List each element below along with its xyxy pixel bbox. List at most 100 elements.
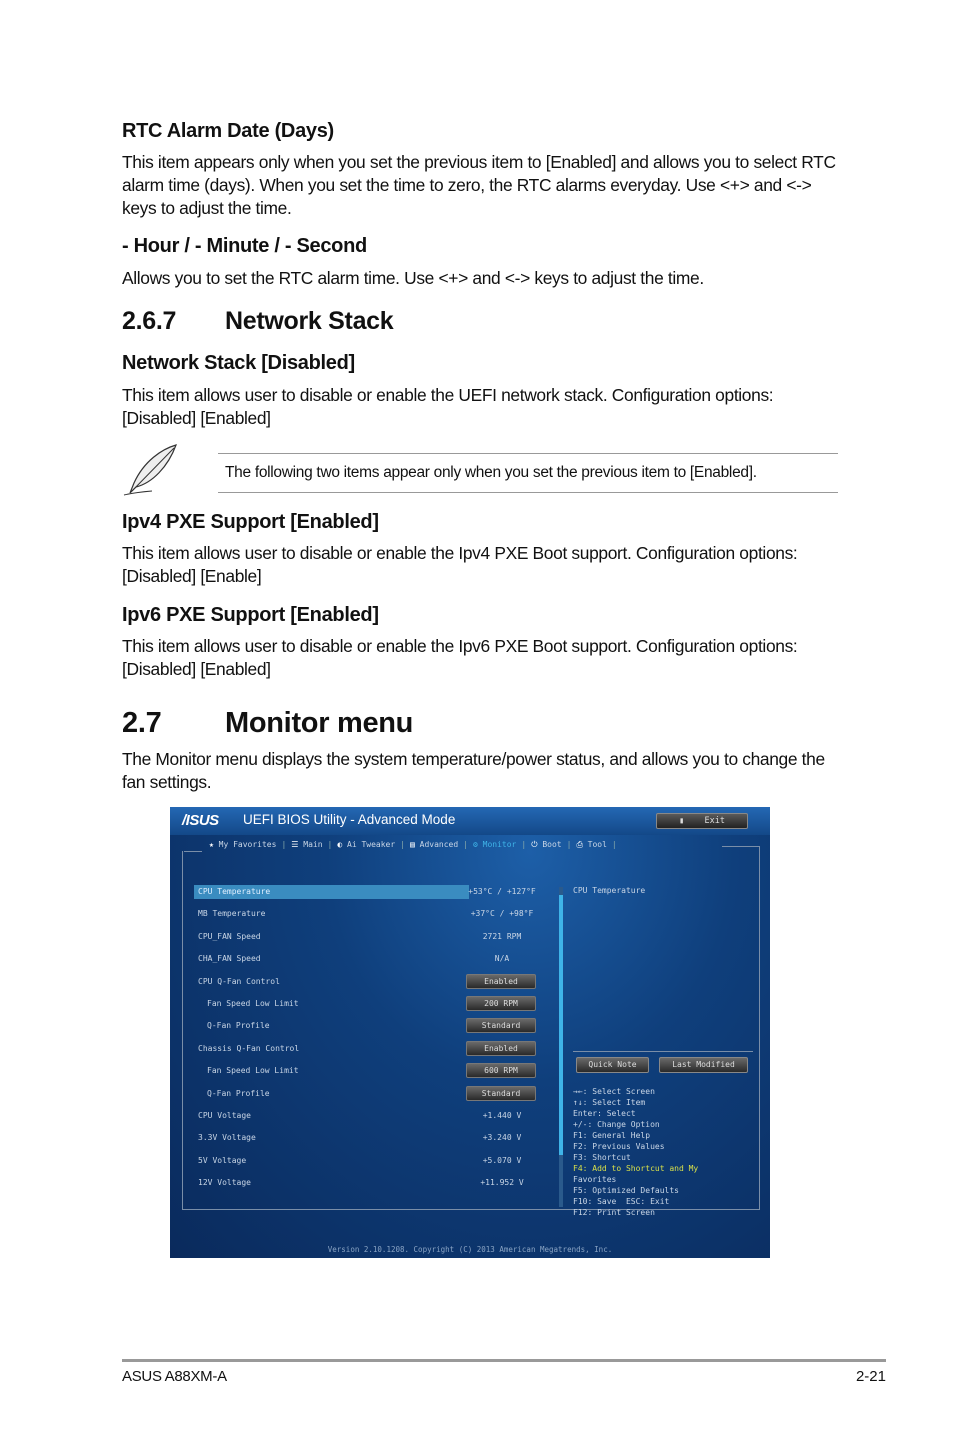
bios-screenshot: /ISUS UEFI BIOS Utility - Advanced Mode …: [170, 807, 770, 1258]
help-key-line: F5: Optimized Defaults: [573, 1186, 679, 1195]
monitor-value: +11.952 V: [480, 1178, 524, 1188]
exit-button[interactable]: ▮ Exit: [656, 813, 748, 829]
quick-note-button[interactable]: Quick Note: [576, 1057, 649, 1073]
section-title: Monitor menu: [225, 707, 414, 739]
help-key-line: F4: Add to Shortcut and My: [573, 1164, 699, 1173]
boot-icon: ⏻: [531, 840, 543, 849]
option-button[interactable]: Enabled: [466, 973, 536, 989]
monitor-item-label[interactable]: CPU_FAN Speed: [194, 930, 469, 944]
monitor-item-label[interactable]: 5V Voltage: [194, 1154, 469, 1168]
bios-tabs: ★ My Favorites | ☰ Main | ◐ Ai Tweaker | ▤ Adv…: [204, 840, 617, 850]
tab-advanced[interactable]: ▤ Advanced: [405, 840, 463, 850]
section-heading-monitor: 2.7 Monitor menu: [122, 707, 413, 740]
asus-logo: /ISUS: [182, 812, 219, 829]
option-button[interactable]: Standard: [466, 1018, 536, 1034]
monitor-icon: ⚙: [473, 840, 483, 849]
footer-product: ASUS A88XM-A: [122, 1368, 227, 1385]
help-divider: [573, 1051, 753, 1052]
tab-tool[interactable]: ⎙ Tool: [571, 840, 611, 850]
section-number: 2.7: [122, 707, 162, 739]
monitor-value: +5.070 V: [482, 1155, 522, 1165]
monitor-value: N/A: [494, 954, 510, 964]
tab-label: Tool: [587, 840, 607, 849]
paragraph-hour: Allows you to set the RTC alarm time. Us…: [122, 268, 704, 288]
exit-label: Exit: [704, 816, 726, 826]
scrollbar-thumb[interactable]: [559, 895, 563, 1155]
tool-icon: ⎙: [576, 840, 588, 849]
tab-main[interactable]: ☰ Main: [286, 840, 327, 850]
tab-label: My Favorites: [218, 840, 277, 849]
monitor-value: 2721 RPM: [482, 931, 522, 941]
help-key-line: F2: Previous Values: [573, 1142, 665, 1151]
paragraph-rtc-alarm-date: This item appears only when you set the …: [122, 152, 836, 218]
monitor-item-label[interactable]: CPU Voltage: [194, 1109, 469, 1123]
note-bottom-divider: [218, 492, 838, 493]
monitor-item-label[interactable]: CPU Q-Fan Control: [194, 975, 469, 989]
tab-label: Boot: [542, 840, 562, 849]
bios-version: Version 2.10.1208. Copyright (C) 2013 Am…: [327, 1245, 613, 1254]
footer-divider: [122, 1359, 886, 1362]
monitor-item-label[interactable]: Fan Speed Low Limit: [194, 997, 469, 1011]
paragraph-network-stack: This item allows user to disable or enab…: [122, 385, 774, 428]
monitor-item-label[interactable]: 3.3V Voltage: [194, 1131, 469, 1145]
help-title: CPU Temperature: [573, 886, 646, 895]
last-modified-button[interactable]: Last Modified: [659, 1057, 748, 1073]
monitor-item-label[interactable]: MB Temperature: [194, 907, 469, 921]
monitor-value: +3.240 V: [482, 1133, 522, 1143]
nav-divider: [184, 851, 202, 852]
monitor-item-label[interactable]: 12V Voltage: [194, 1176, 469, 1190]
heading-network-stack-item: Network Stack [Disabled]: [122, 352, 355, 374]
section-title: Network Stack: [225, 307, 394, 335]
main-icon: ☰: [291, 840, 304, 849]
paragraph-monitor: The Monitor menu displays the system tem…: [122, 749, 825, 792]
help-key-line: Favorites: [573, 1175, 617, 1184]
option-button[interactable]: 200 RPM: [466, 996, 536, 1011]
note-text: The following two items appear only when…: [225, 464, 757, 481]
option-button[interactable]: Enabled: [466, 1040, 536, 1056]
monitor-item-label[interactable]: Chassis Q-Fan Control: [194, 1042, 469, 1056]
monitor-item-label[interactable]: CPU Temperature: [194, 885, 469, 899]
panel-left-border: [182, 851, 183, 1209]
page-number: 2-21: [855, 1368, 886, 1385]
help-key-line: F12: Print Screen: [573, 1208, 655, 1217]
monitor-value: +53°C / +127°F: [468, 887, 536, 896]
section-heading-network-stack: 2.6.7 Network Stack: [122, 307, 394, 336]
tab-label: Ai Tweaker: [347, 840, 396, 849]
section-number: 2.6.7: [122, 307, 177, 335]
help-key-line: F3: Shortcut: [573, 1153, 631, 1162]
monitor-value: +37°C / +98°F: [470, 909, 534, 919]
tab-label: Monitor: [482, 840, 517, 849]
monitor-item-label[interactable]: Fan Speed Low Limit: [194, 1064, 469, 1078]
monitor-item-label[interactable]: Q-Fan Profile: [194, 1019, 469, 1033]
help-key-line: Enter: Select: [573, 1109, 636, 1118]
heading-ipv4: Ipv4 PXE Support [Enabled]: [122, 511, 379, 533]
tab-monitor[interactable]: ⚙ Monitor: [468, 840, 521, 850]
bios-title: UEFI BIOS Utility - Advanced Mode: [243, 812, 456, 827]
tab-label: Advanced: [419, 840, 459, 849]
my-favorites-icon: ★: [209, 840, 219, 849]
monitor-item-label[interactable]: Q-Fan Profile: [194, 1087, 469, 1101]
help-key-line: →←: Select Screen: [573, 1087, 655, 1096]
panel-right-border: [759, 846, 760, 1210]
help-key-line: +/-: Change Option: [573, 1120, 660, 1129]
panel-bottom-border: [182, 1209, 760, 1210]
paragraph-ipv4: This item allows user to disable or enab…: [122, 543, 798, 586]
heading-ipv6: Ipv6 PXE Support [Enabled]: [122, 604, 379, 626]
monitor-value: +1.440 V: [482, 1111, 522, 1120]
tab-my-favorites[interactable]: ★ My Favorites: [204, 840, 281, 850]
note-top-divider: [218, 453, 838, 454]
option-button[interactable]: 600 RPM: [466, 1063, 536, 1079]
help-key-line: F1: General Help: [573, 1131, 651, 1140]
paragraph-ipv6: This item allows user to disable or enab…: [122, 636, 798, 679]
advanced-icon: ▤: [410, 840, 420, 849]
nav-divider: [722, 846, 760, 847]
heading-hour-minute-second: - Hour / - Minute / - Second: [122, 235, 367, 257]
option-button[interactable]: Standard: [466, 1085, 536, 1101]
monitor-item-label[interactable]: CHA_FAN Speed: [194, 952, 469, 966]
heading-rtc-alarm-date: RTC Alarm Date (Days): [122, 120, 334, 142]
quill-pen-icon: [122, 443, 180, 497]
help-key-line: F10: Save ESC: Exit: [573, 1197, 670, 1206]
tab-boot[interactable]: ⏻ Boot: [526, 840, 566, 850]
ai-tweaker-icon: ◐: [337, 840, 347, 849]
tab-ai-tweaker[interactable]: ◐ Ai Tweaker: [332, 840, 400, 850]
